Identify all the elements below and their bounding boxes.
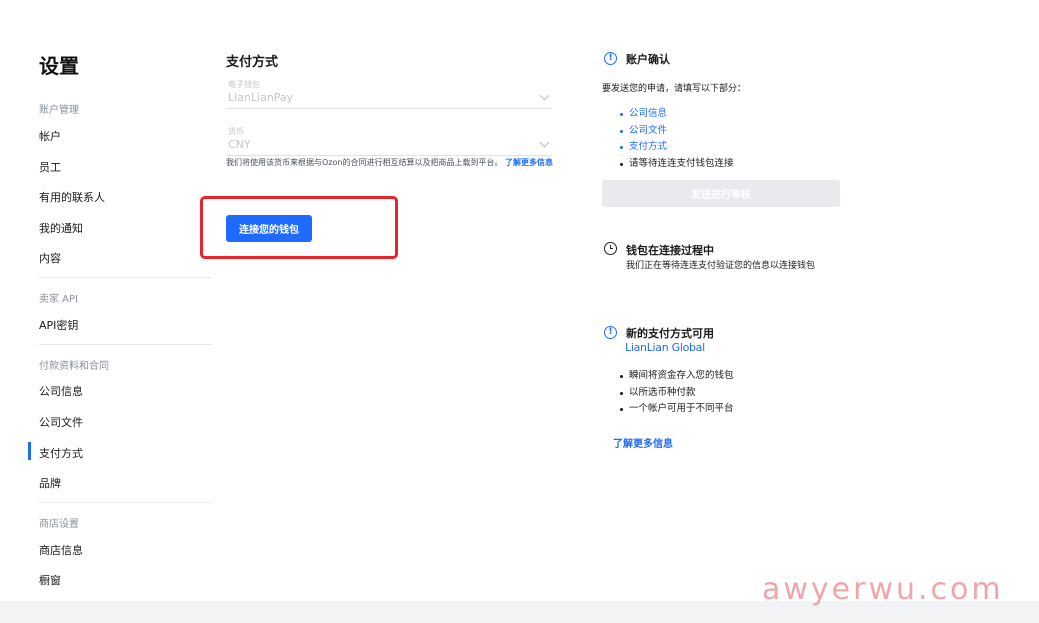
section-seller-api: 卖家 API xyxy=(39,294,78,305)
learn-more-link[interactable]: 了解更多信息 xyxy=(613,435,673,450)
section-payment-contracts: 付款资料和合同 xyxy=(39,361,109,372)
section-title: 支付方式 xyxy=(226,55,279,70)
connect-wallet-button[interactable]: 连接您的钱包 xyxy=(226,215,312,242)
section-account-management: 账户管理 xyxy=(39,105,79,116)
section-store-settings: 商店设置 xyxy=(39,519,79,530)
new-method-title: 新的支付方式可用 xyxy=(626,327,714,340)
sidebar-item-store-info[interactable]: 商店信息 xyxy=(39,542,83,558)
wallet-label: 电子钱包 xyxy=(228,80,260,89)
currency-note-text: 我们将使用该货币来根据与Ozon的合同进行相互结算以及把商品上载到平台。 xyxy=(226,158,503,167)
pending-item: 请等待连连支付钱包连接 xyxy=(618,156,734,173)
info-icon: ! xyxy=(604,52,617,65)
sidebar-item-notifications[interactable]: 我的通知 xyxy=(39,220,83,236)
sidebar-item-company-docs[interactable]: 公司文件 xyxy=(39,414,83,430)
sidebar-divider xyxy=(39,502,211,503)
learn-more-link[interactable]: 了解更多信息 xyxy=(505,158,553,167)
sidebar-item-brands[interactable]: 品牌 xyxy=(39,475,61,491)
sidebar-divider xyxy=(39,344,211,345)
clock-icon xyxy=(604,242,617,255)
sidebar-item-payment-methods[interactable]: 支付方式 xyxy=(39,445,83,461)
chevron-down-icon xyxy=(539,90,550,101)
chevron-down-icon xyxy=(539,137,550,148)
active-indicator xyxy=(28,442,31,460)
requirements-list: 公司信息 公司文件 支付方式 请等待连连支付钱包连接 xyxy=(618,106,734,172)
account-confirm-intro: 要发送您的申请，请填写以下部分： xyxy=(602,84,747,94)
benefits-list: 瞬间将资金存入您的钱包 以所选币种付款 一个帐户可用于不同平台 xyxy=(618,368,734,418)
sidebar-item-staff[interactable]: 员工 xyxy=(39,159,61,175)
currency-label: 货币 xyxy=(228,127,244,136)
submit-review-button[interactable]: 发送进行审核 xyxy=(602,180,840,207)
currency-note: 我们将使用该货币来根据与Ozon的合同进行相互结算以及把商品上载到平台。 了解更… xyxy=(226,157,556,169)
sidebar-item-content[interactable]: 内容 xyxy=(39,250,61,266)
link-company-info[interactable]: 公司信息 xyxy=(618,106,734,123)
currency-value: CNY xyxy=(228,138,251,151)
lianlian-brand-logo: LianLian Global xyxy=(625,341,705,354)
page-title: 设置 xyxy=(39,54,79,78)
benefit-item: 一个帐户可用于不同平台 xyxy=(618,401,734,418)
benefit-item: 以所选币种付款 xyxy=(618,385,734,402)
sidebar-item-api-keys[interactable]: API密钥 xyxy=(39,317,78,333)
link-company-docs[interactable]: 公司文件 xyxy=(618,123,734,140)
sidebar-item-showcase[interactable]: 橱窗 xyxy=(39,572,61,588)
wallet-value: LianLianPay xyxy=(228,91,294,104)
sidebar-item-contacts[interactable]: 有用的联系人 xyxy=(39,189,105,205)
wallet-connecting-text: 我们正在等待连连支付验证您的信息以连接钱包 xyxy=(626,261,816,271)
sidebar-divider xyxy=(39,277,211,278)
sidebar-item-account[interactable]: 帐户 xyxy=(39,128,61,144)
account-confirm-title: 账户确认 xyxy=(626,53,670,66)
link-payment-methods[interactable]: 支付方式 xyxy=(618,139,734,156)
sidebar-item-company-info[interactable]: 公司信息 xyxy=(39,383,83,399)
benefit-item: 瞬间将资金存入您的钱包 xyxy=(618,368,734,385)
watermark: awyerwu.com xyxy=(762,572,1004,607)
wallet-connecting-title: 钱包在连接过程中 xyxy=(626,244,714,257)
wallet-select[interactable]: 电子钱包 LianLianPay xyxy=(226,79,552,109)
info-icon: ! xyxy=(604,326,617,339)
currency-select[interactable]: 货币 CNY xyxy=(226,126,552,156)
